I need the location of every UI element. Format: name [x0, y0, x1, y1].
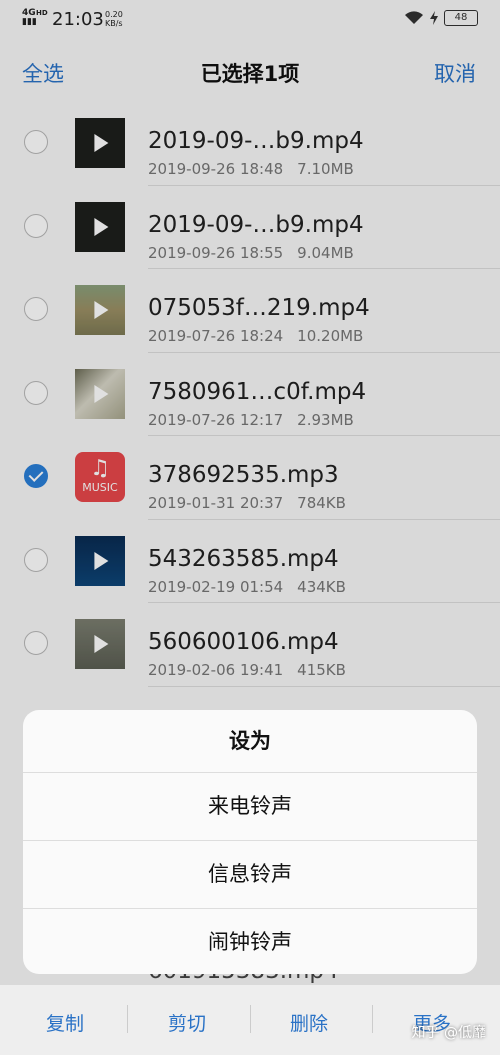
- cut-button[interactable]: 剪切: [168, 1009, 206, 1036]
- divider: [250, 1005, 251, 1033]
- option-message-tone[interactable]: 信息铃声: [23, 841, 477, 909]
- dialog-title: 设为: [23, 710, 477, 773]
- option-ringtone[interactable]: 来电铃声: [23, 773, 477, 841]
- bottom-action-bar: 复制 剪切 删除 更多: [0, 985, 500, 1055]
- watermark: 知乎 @低靡: [411, 1025, 486, 1041]
- delete-button[interactable]: 删除: [290, 1009, 328, 1036]
- divider: [127, 1005, 128, 1033]
- copy-button[interactable]: 复制: [46, 1009, 84, 1036]
- divider: [372, 1005, 373, 1033]
- option-alarm-tone[interactable]: 闹钟铃声: [23, 909, 477, 974]
- set-as-dialog: 设为 来电铃声 信息铃声 闹钟铃声: [23, 710, 477, 974]
